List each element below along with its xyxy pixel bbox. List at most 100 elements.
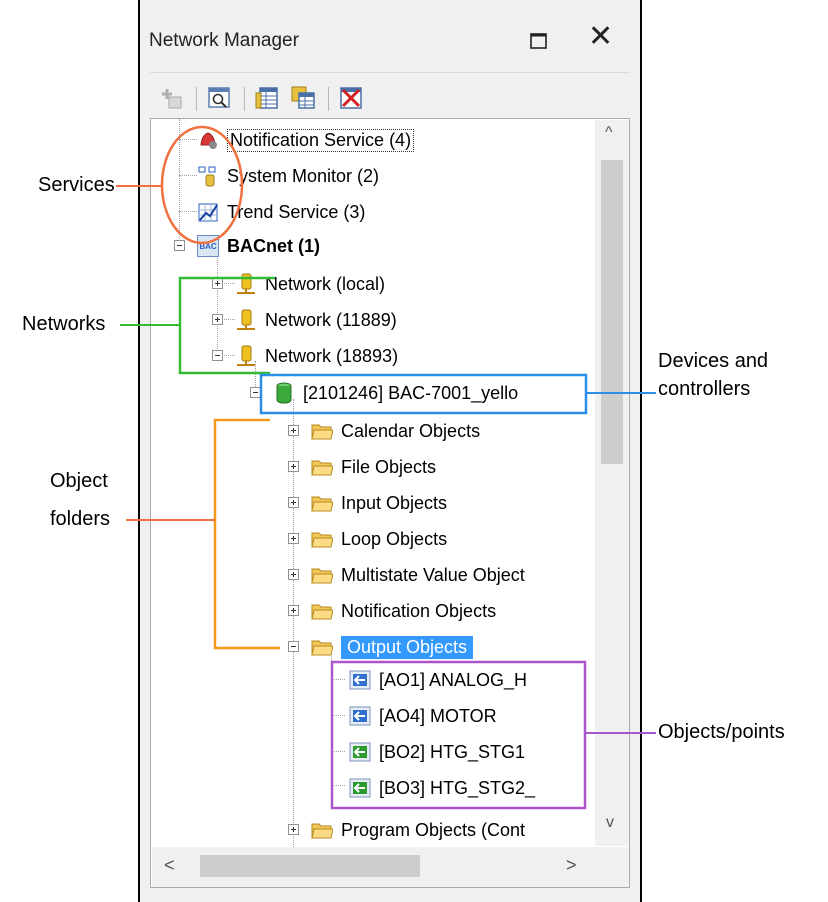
tree-node-folder[interactable]: File Objects: [311, 452, 436, 482]
scroll-up-icon[interactable]: ^: [605, 124, 613, 142]
tree-node-label: Network (local): [265, 273, 386, 294]
tree-node-label: Network (11889): [265, 309, 397, 330]
tree-node-label: Output Objects: [341, 635, 474, 659]
tree-node-label: Trend Service (3): [227, 201, 366, 222]
folder-icon: [311, 424, 333, 440]
bell-icon: [200, 132, 217, 149]
horizontal-scroll-thumb[interactable]: [200, 855, 420, 877]
tree-node-label: Program Objects (Cont: [341, 819, 526, 840]
output-point-icon: [349, 670, 371, 690]
expand-toggle[interactable]: [288, 461, 299, 472]
expand-toggle[interactable]: [288, 605, 299, 616]
output-point-icon: [349, 778, 371, 798]
window-title: Network Manager: [149, 30, 299, 51]
tree-node-bacnet[interactable]: BAC BACnet (1): [197, 231, 320, 261]
folder-icon: [311, 568, 333, 584]
tree-node-device[interactable]: [2101246] BAC-7001_yello: [273, 378, 518, 408]
search-icon[interactable]: [206, 85, 232, 111]
tree-node-label: [AO4] MOTOR: [379, 705, 497, 726]
scroll-left-icon[interactable]: <: [164, 855, 175, 876]
horizontal-scrollbar[interactable]: < >: [152, 847, 629, 887]
tree-node-folder[interactable]: Output Objects: [311, 632, 474, 662]
network-icon: [237, 345, 255, 366]
expand-toggle[interactable]: [288, 569, 299, 580]
copy-icon[interactable]: [290, 85, 316, 111]
collapse-toggle[interactable]: [288, 641, 299, 652]
devices-callout-line1: Devices and: [658, 350, 769, 372]
tree-node-label: [BO3] HTG_STG2_: [379, 777, 536, 798]
expand-toggle[interactable]: [288, 497, 299, 508]
expand-toggle[interactable]: [288, 533, 299, 544]
tree-node-point[interactable]: [BO2] HTG_STG1: [349, 737, 525, 767]
close-icon[interactable]: ✕: [588, 22, 613, 52]
tree-node-label: File Objects: [341, 456, 437, 477]
tree-node-network-18893[interactable]: Network (18893): [235, 341, 398, 371]
expand-toggle[interactable]: [288, 425, 299, 436]
monitor-icon: [198, 166, 216, 187]
folder-icon: [311, 823, 333, 839]
trend-icon: [198, 203, 218, 222]
bacnet-icon: BAC: [197, 235, 219, 257]
tree-node-network-11889[interactable]: Network (11889): [235, 305, 397, 335]
table-icon[interactable]: [254, 85, 280, 111]
tree-node-trend-service[interactable]: Trend Service (3): [197, 197, 365, 227]
tree-node-folder[interactable]: Calendar Objects: [311, 416, 480, 446]
delete-icon[interactable]: [338, 85, 364, 111]
tree-node-folder[interactable]: Multistate Value Object: [311, 560, 525, 590]
tree-node-system-monitor[interactable]: System Monitor (2): [197, 161, 379, 191]
toolbar: [150, 72, 630, 119]
scroll-right-icon[interactable]: >: [566, 855, 577, 876]
expand-toggle[interactable]: [288, 824, 299, 835]
tree-node-label: Notification Objects: [341, 600, 497, 621]
tree-node-point[interactable]: [BO3] HTG_STG2_: [349, 773, 535, 803]
folder-icon: [311, 496, 333, 512]
expand-toggle[interactable]: [212, 314, 223, 325]
device-icon: [276, 382, 292, 404]
folders-callout-line1: Object: [50, 470, 108, 492]
tree-node-label: System Monitor (2): [227, 165, 380, 186]
scroll-down-icon[interactable]: v: [606, 814, 614, 832]
tree-node-label: BACnet (1): [227, 235, 320, 256]
network-icon: [237, 309, 255, 330]
tree-node-label: Network (18893): [265, 345, 399, 366]
tree-node-network-local[interactable]: Network (local): [235, 269, 385, 299]
add-icon[interactable]: [158, 85, 184, 111]
collapse-toggle[interactable]: [212, 350, 223, 361]
network-icon: [237, 273, 255, 294]
folders-callout-line2: folders: [50, 508, 111, 530]
maximize-icon[interactable]: [528, 30, 550, 52]
tree-node-program-objects[interactable]: Program Objects (Cont: [311, 815, 525, 845]
networks-callout: Networks: [22, 313, 106, 335]
vertical-scroll-thumb[interactable]: [601, 160, 623, 464]
folder-icon: [311, 460, 333, 476]
tree-node-point[interactable]: [AO4] MOTOR: [349, 701, 497, 731]
tree-node-folder[interactable]: Loop Objects: [311, 524, 447, 554]
folder-icon: [311, 532, 333, 548]
services-callout: Services: [38, 174, 115, 196]
collapse-toggle[interactable]: [250, 387, 261, 398]
expand-toggle[interactable]: [212, 278, 223, 289]
tree-node-label: Notification Service (4): [227, 128, 415, 152]
tree-node-point[interactable]: [AO1] ANALOG_H: [349, 665, 527, 695]
points-callout: Objects/points: [658, 721, 785, 743]
devices-callout-line2: controllers: [658, 378, 751, 400]
folder-icon: [311, 640, 333, 656]
network-tree: Notification Service (4) System Monitor …: [150, 118, 630, 888]
tree-node-label: [BO2] HTG_STG1: [379, 741, 526, 762]
network-manager-panel: Network Manager ✕ Notification Service (…: [138, 0, 642, 902]
tree-node-label: Calendar Objects: [341, 420, 481, 441]
tree-node-folder[interactable]: Notification Objects: [311, 596, 496, 626]
tree-node-label: Input Objects: [341, 492, 448, 513]
tree-node-label: [2101246] BAC-7001_yello: [303, 382, 519, 403]
tree-node-folder[interactable]: Input Objects: [311, 488, 447, 518]
output-point-icon: [349, 706, 371, 726]
vertical-scrollbar[interactable]: ^ v: [595, 120, 629, 846]
tree-node-label: Multistate Value Object: [341, 564, 525, 585]
collapse-toggle[interactable]: [174, 240, 185, 251]
output-point-icon: [349, 742, 371, 762]
tree-node-notification-service[interactable]: Notification Service (4): [197, 125, 415, 155]
tree-node-label: Loop Objects: [341, 528, 448, 549]
tree-node-label: [AO1] ANALOG_H: [379, 669, 528, 690]
title-bar: Network Manager ✕: [140, 14, 640, 62]
folder-icon: [311, 604, 333, 620]
